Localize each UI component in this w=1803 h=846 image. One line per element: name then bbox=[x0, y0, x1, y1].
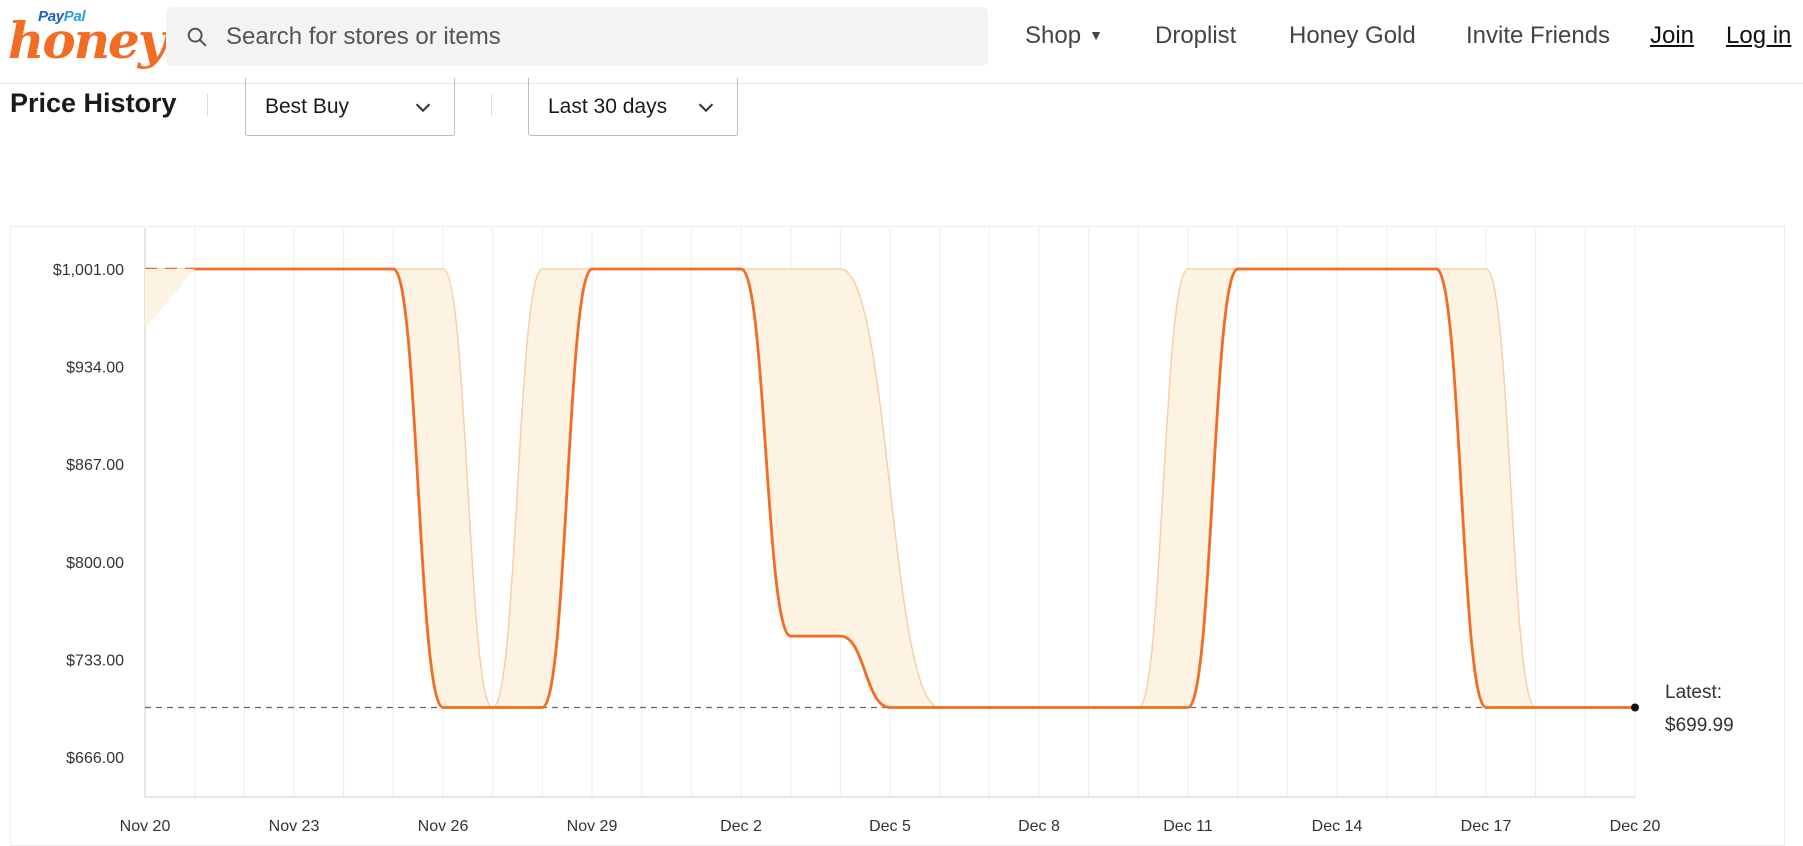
x-tick-label: Dec 2 bbox=[720, 818, 762, 835]
y-tick-label: $733.00 bbox=[66, 652, 124, 669]
x-tick-label: Dec 5 bbox=[869, 818, 911, 835]
x-tick-label: Nov 29 bbox=[567, 818, 618, 835]
y-tick-label: $867.00 bbox=[66, 457, 124, 474]
x-tick-label: Nov 23 bbox=[269, 818, 320, 835]
latest-value: $699.99 bbox=[1665, 715, 1734, 736]
y-tick-label: $934.00 bbox=[66, 360, 124, 377]
latest-price-layer: Latest: $699.99 bbox=[1665, 682, 1734, 736]
latest-price-point bbox=[1631, 703, 1639, 712]
x-tick-label: Dec 17 bbox=[1461, 818, 1512, 835]
y-tick-label: $800.00 bbox=[66, 555, 124, 572]
price-history-chart: $1,001.00 $934.00 $867.00 $800.00 $733.00 $66… bbox=[53, 228, 1734, 835]
x-tick-label: Dec 11 bbox=[1163, 818, 1213, 835]
x-tick-label: Dec 14 bbox=[1312, 818, 1363, 835]
x-tick-label: Dec 20 bbox=[1610, 818, 1661, 835]
price-range-start-wedge bbox=[145, 269, 195, 329]
y-axis-labels: $1,001.00 $934.00 $867.00 $800.00 $733.00 $66… bbox=[53, 262, 124, 767]
x-tick-label: Nov 20 bbox=[120, 818, 171, 835]
x-tick-label: Nov 26 bbox=[418, 818, 469, 835]
y-tick-label: $1,001.00 bbox=[53, 262, 124, 279]
latest-label: Latest: bbox=[1665, 682, 1722, 703]
x-axis-labels: Nov 20 Nov 23 Nov 26 Nov 29 Dec 2 Dec 5 Dec 8 D… bbox=[120, 818, 1661, 835]
y-tick-label: $666.00 bbox=[66, 750, 124, 767]
x-tick-label: Dec 8 bbox=[1018, 818, 1060, 835]
